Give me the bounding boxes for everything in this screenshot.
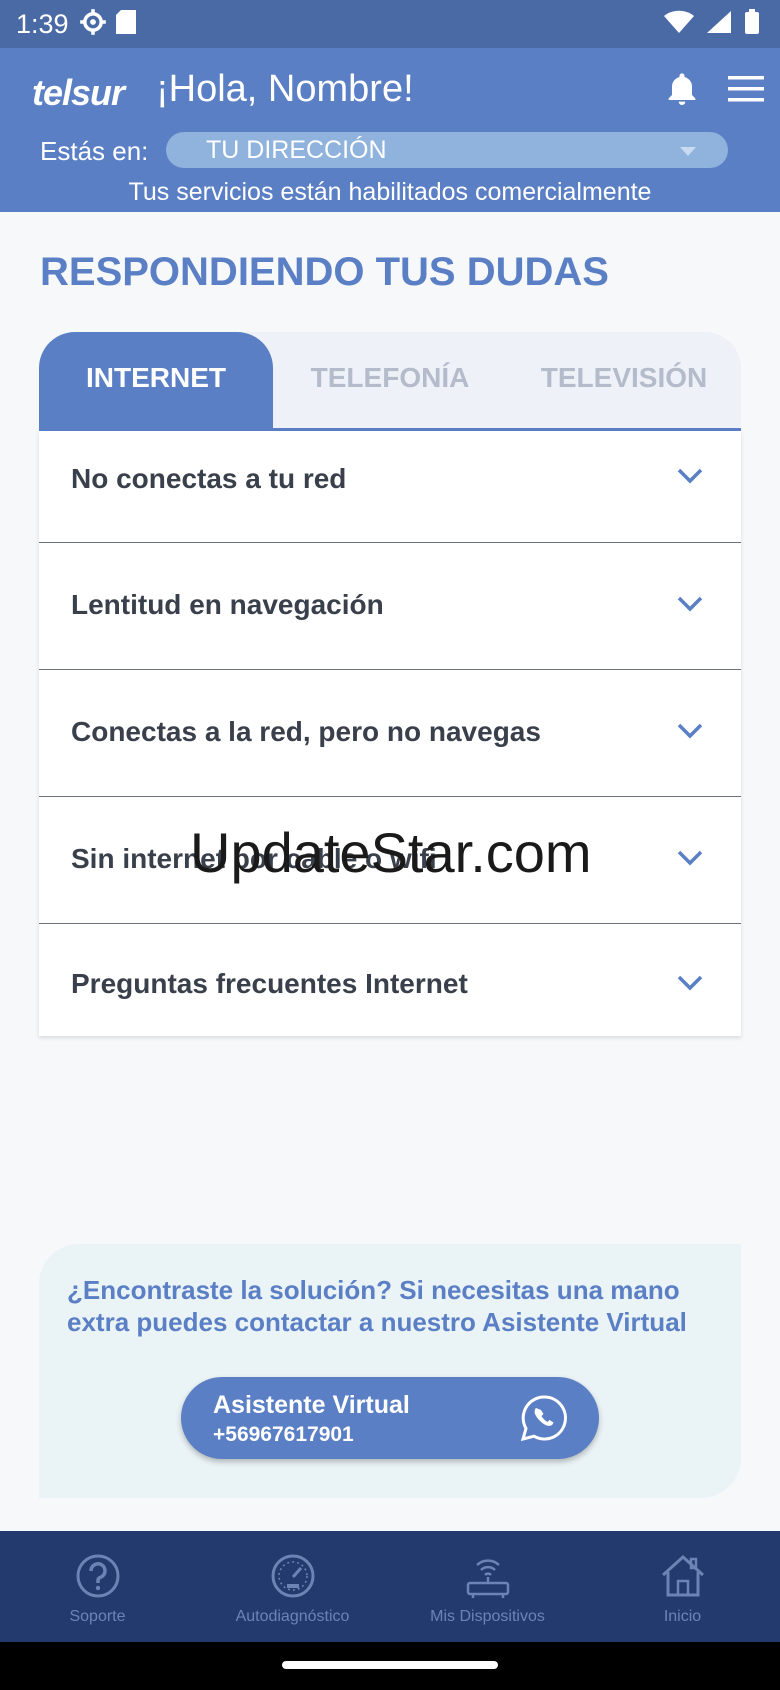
tab-internet[interactable]: INTERNET bbox=[39, 332, 273, 428]
signal-icon bbox=[706, 10, 732, 39]
chevron-down-icon bbox=[677, 723, 703, 744]
battery-icon bbox=[744, 8, 760, 40]
bell-icon[interactable] bbox=[662, 70, 702, 115]
nav-label: Autodiagnóstico bbox=[235, 1608, 350, 1625]
virtual-assistant-card: ¿Encontraste la solución? Si necesitas u… bbox=[39, 1244, 741, 1498]
gesture-bar bbox=[0, 1642, 780, 1690]
status-time: 1:39 bbox=[16, 8, 69, 39]
address-select[interactable]: TU DIRECCIÓN bbox=[166, 132, 728, 168]
virtual-assistant-button[interactable]: Asistente Virtual +56967617901 bbox=[181, 1377, 599, 1459]
dropdown-caret-icon bbox=[680, 147, 696, 156]
faq-item-label: No conectas a tu red bbox=[71, 463, 347, 494]
faq-item[interactable]: No conectas a tu red bbox=[39, 431, 741, 543]
nav-label: Mis Dispositivos bbox=[430, 1608, 545, 1625]
router-icon bbox=[390, 1553, 585, 1599]
chevron-down-icon bbox=[677, 468, 703, 489]
assistant-name: Asistente Virtual bbox=[213, 1391, 410, 1419]
nav-label: Soporte bbox=[69, 1608, 126, 1625]
chevron-down-icon bbox=[677, 596, 703, 617]
home-icon bbox=[585, 1553, 780, 1599]
service-tabs: INTERNET TELEFONÍA TELEVISIÓN bbox=[39, 332, 741, 431]
whatsapp-icon bbox=[519, 1393, 569, 1448]
telsur-logo[interactable]: telsur bbox=[32, 72, 125, 114]
chevron-down-icon bbox=[677, 850, 703, 871]
nav-mis-dispositivos[interactable]: Mis Dispositivos bbox=[390, 1531, 585, 1642]
faq-item[interactable]: Lentitud en navegación bbox=[39, 543, 741, 670]
watermark: UpdateStar.com bbox=[190, 821, 592, 884]
settings-status-icon bbox=[79, 8, 107, 41]
page-title: RESPONDIENDO TUS DUDAS bbox=[40, 250, 609, 294]
sd-card-icon bbox=[115, 9, 137, 40]
question-icon bbox=[0, 1553, 195, 1599]
location-label: Estás en: bbox=[40, 136, 149, 166]
tab-telefonia[interactable]: TELEFONÍA bbox=[273, 332, 507, 428]
nav-label: Inicio bbox=[663, 1608, 702, 1625]
greeting: ¡Hola, Nombre! bbox=[156, 68, 414, 110]
nav-inicio[interactable]: Inicio bbox=[585, 1531, 780, 1642]
faq-item[interactable]: Preguntas frecuentes Internet bbox=[39, 924, 741, 1036]
nav-autodiagnostico[interactable]: Autodiagnóstico bbox=[195, 1531, 390, 1642]
app-header: telsur ¡Hola, Nombre! Estás en: TU DIREC… bbox=[0, 48, 780, 212]
help-text: ¿Encontraste la solución? Si necesitas u… bbox=[67, 1275, 687, 1337]
hamburger-menu-icon[interactable] bbox=[728, 76, 764, 107]
status-bar: 1:39 bbox=[0, 0, 780, 48]
chevron-down-icon bbox=[677, 975, 703, 996]
faq-item-label: Lentitud en navegación bbox=[71, 589, 384, 620]
home-gesture-handle[interactable] bbox=[282, 1661, 498, 1669]
bottom-navigation: Soporte Autodiagnóstico Mis Dispositivos… bbox=[0, 1531, 780, 1642]
faq-accordion: No conectas a tu red Lentitud en navegac… bbox=[39, 431, 741, 1036]
nav-soporte[interactable]: Soporte bbox=[0, 1531, 195, 1642]
faq-item-label: Conectas a la red, pero no navegas bbox=[71, 716, 541, 747]
assistant-phone: +56967617901 bbox=[213, 1423, 354, 1446]
tab-television[interactable]: TELEVISIÓN bbox=[507, 332, 741, 428]
faq-item[interactable]: Conectas a la red, pero no navegas bbox=[39, 670, 741, 797]
faq-item-label: Preguntas frecuentes Internet bbox=[71, 968, 468, 999]
services-status: Tus servicios están habilitados comercia… bbox=[128, 178, 652, 206]
wifi-icon bbox=[664, 10, 694, 39]
address-select-value: TU DIRECCIÓN bbox=[206, 136, 387, 164]
speedometer-icon bbox=[195, 1553, 390, 1599]
